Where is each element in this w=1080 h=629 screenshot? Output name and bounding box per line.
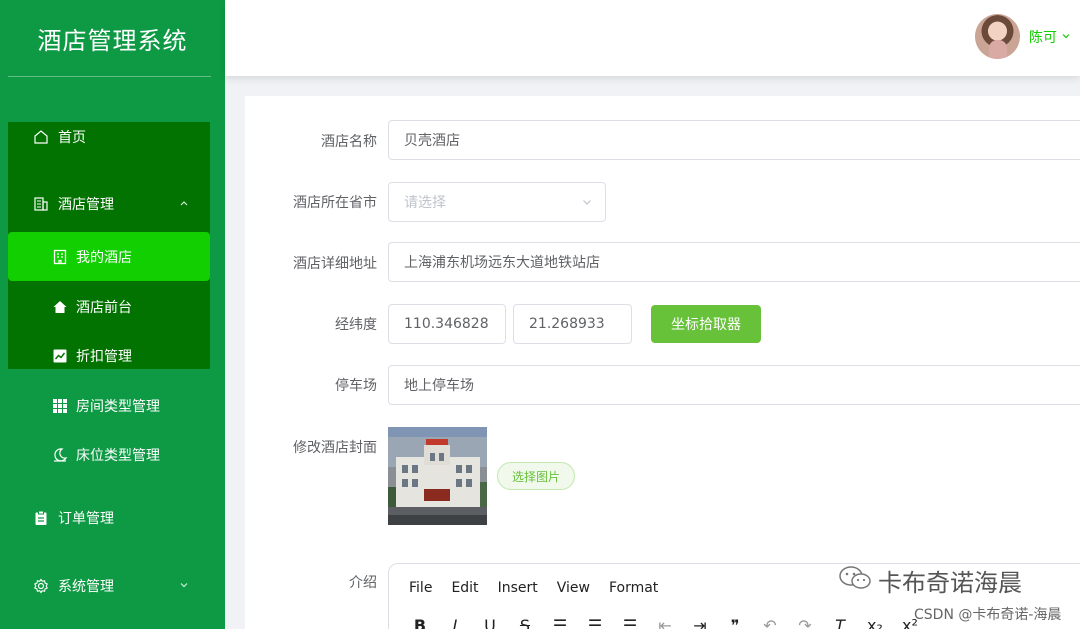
sidebar-item-room-type[interactable]: 房间类型管理 <box>8 381 210 430</box>
coords-label: 经纬度 <box>335 317 377 333</box>
app-title: 酒店管理系统 <box>37 26 188 55</box>
top-header: 陈可 <box>225 0 1080 76</box>
address-input[interactable]: 上海浦东机场远东大道地铁站店 <box>388 242 1080 282</box>
sidebar-item-label: 酒店前台 <box>76 299 132 316</box>
subscript-icon[interactable]: x₂ <box>866 616 884 629</box>
choose-image-button[interactable]: 选择图片 <box>497 462 575 490</box>
sidebar-item-label: 订单管理 <box>58 511 114 527</box>
bold-icon[interactable]: B <box>411 616 429 629</box>
sidebar-item-system[interactable]: 系统管理 <box>8 562 210 610</box>
house-icon <box>52 299 68 315</box>
sidebar-item-orders[interactable]: 订单管理 <box>8 494 210 542</box>
align-left-icon[interactable]: ☰ <box>551 616 569 629</box>
sidebar-item-label: 系统管理 <box>58 579 114 595</box>
editor-menu-file[interactable]: File <box>409 580 432 596</box>
align-center-icon[interactable]: ☰ <box>586 616 604 629</box>
editor-menu-view[interactable]: View <box>557 580 590 596</box>
latitude-input[interactable]: 21.268933 <box>513 304 632 344</box>
undo-icon[interactable]: ↶ <box>761 616 779 629</box>
sidebar-item-bed-type[interactable]: 床位类型管理 <box>8 430 210 479</box>
intro-label: 介绍 <box>349 575 377 591</box>
hotel-name-input[interactable]: 贝壳酒店 <box>388 120 1080 160</box>
strikethrough-icon[interactable]: S <box>516 616 534 629</box>
wechat-watermark-text: 卡布奇诺海晨 <box>878 569 1022 597</box>
parking-label: 停车场 <box>335 378 377 394</box>
italic-icon[interactable]: I <box>446 616 464 629</box>
editor-menu-format[interactable]: Format <box>609 580 658 596</box>
moon-icon <box>52 447 68 463</box>
gear-icon <box>32 577 50 595</box>
province-label: 酒店所在省市 <box>293 195 377 211</box>
editor-toolbar: B I U S ☰ ☰ ☰ ⇤ ⇥ ❞ ↶ ↷ T x₂ x² <box>411 616 919 629</box>
sidebar-item-my-hotel[interactable]: 我的酒店 <box>8 232 210 281</box>
csdn-watermark: CSDN @卡布奇诺-海晨 <box>914 607 1062 623</box>
sidebar-item-hotel-management[interactable]: 酒店管理 <box>8 180 210 228</box>
chevron-down-icon <box>581 196 593 212</box>
sidebar-item-home[interactable]: 首页 <box>8 113 210 161</box>
cover-label: 修改酒店封面 <box>293 440 377 456</box>
blockquote-icon[interactable]: ❞ <box>726 616 744 629</box>
parking-input[interactable]: 地上停车场 <box>388 365 1080 405</box>
address-label: 酒店详细地址 <box>293 256 377 272</box>
building-icon <box>32 195 50 213</box>
hotel-cover-image <box>388 427 487 525</box>
chevron-up-icon <box>178 197 190 213</box>
longitude-input[interactable]: 110.346828 <box>388 304 506 344</box>
sidebar-item-label: 折扣管理 <box>76 348 132 365</box>
wechat-watermark: 卡布奇诺海晨 <box>838 563 1022 598</box>
logo-divider <box>8 76 211 77</box>
sidebar-item-label: 床位类型管理 <box>76 447 160 464</box>
redo-icon[interactable]: ↷ <box>796 616 814 629</box>
hotel-name-label: 酒店名称 <box>321 134 377 150</box>
indent-icon[interactable]: ⇥ <box>691 616 709 629</box>
clear-format-icon[interactable]: T <box>831 616 849 629</box>
editor-menu-insert[interactable]: Insert <box>498 580 538 596</box>
align-right-icon[interactable]: ☰ <box>621 616 639 629</box>
avatar[interactable] <box>975 14 1020 59</box>
province-select[interactable]: 请选择 <box>388 182 606 222</box>
sidebar-item-discount[interactable]: 折扣管理 <box>8 331 210 380</box>
editor-menu-edit[interactable]: Edit <box>451 580 478 596</box>
province-placeholder: 请选择 <box>404 195 446 211</box>
grid-icon <box>52 398 68 414</box>
chevron-down-icon <box>178 579 190 595</box>
office-building-icon <box>52 249 68 265</box>
hotel-form-card: 酒店名称 贝壳酒店 酒店所在省市 请选择 酒店详细地址 上海浦东机场远东大道地铁… <box>245 96 1080 629</box>
chevron-down-icon <box>1061 29 1071 45</box>
avatar-figure <box>989 40 1007 59</box>
editor-menubar: File Edit Insert View Format <box>409 580 658 596</box>
outdent-icon[interactable]: ⇤ <box>656 616 674 629</box>
underline-icon[interactable]: U <box>481 616 499 629</box>
username: 陈可 <box>1029 30 1057 46</box>
chart-icon <box>52 348 68 364</box>
sidebar-item-front-desk[interactable]: 酒店前台 <box>8 282 210 331</box>
sidebar-item-label: 房间类型管理 <box>76 398 160 415</box>
coordinate-picker-button[interactable]: 坐标拾取器 <box>651 305 761 343</box>
sidebar-item-label: 我的酒店 <box>76 249 132 266</box>
sidebar-item-label: 酒店管理 <box>58 197 114 213</box>
home-icon <box>32 128 50 146</box>
wechat-icon <box>838 565 872 597</box>
sidebar-item-label: 首页 <box>58 130 86 146</box>
user-menu[interactable]: 陈可 <box>1029 27 1071 47</box>
clipboard-icon <box>32 509 50 527</box>
